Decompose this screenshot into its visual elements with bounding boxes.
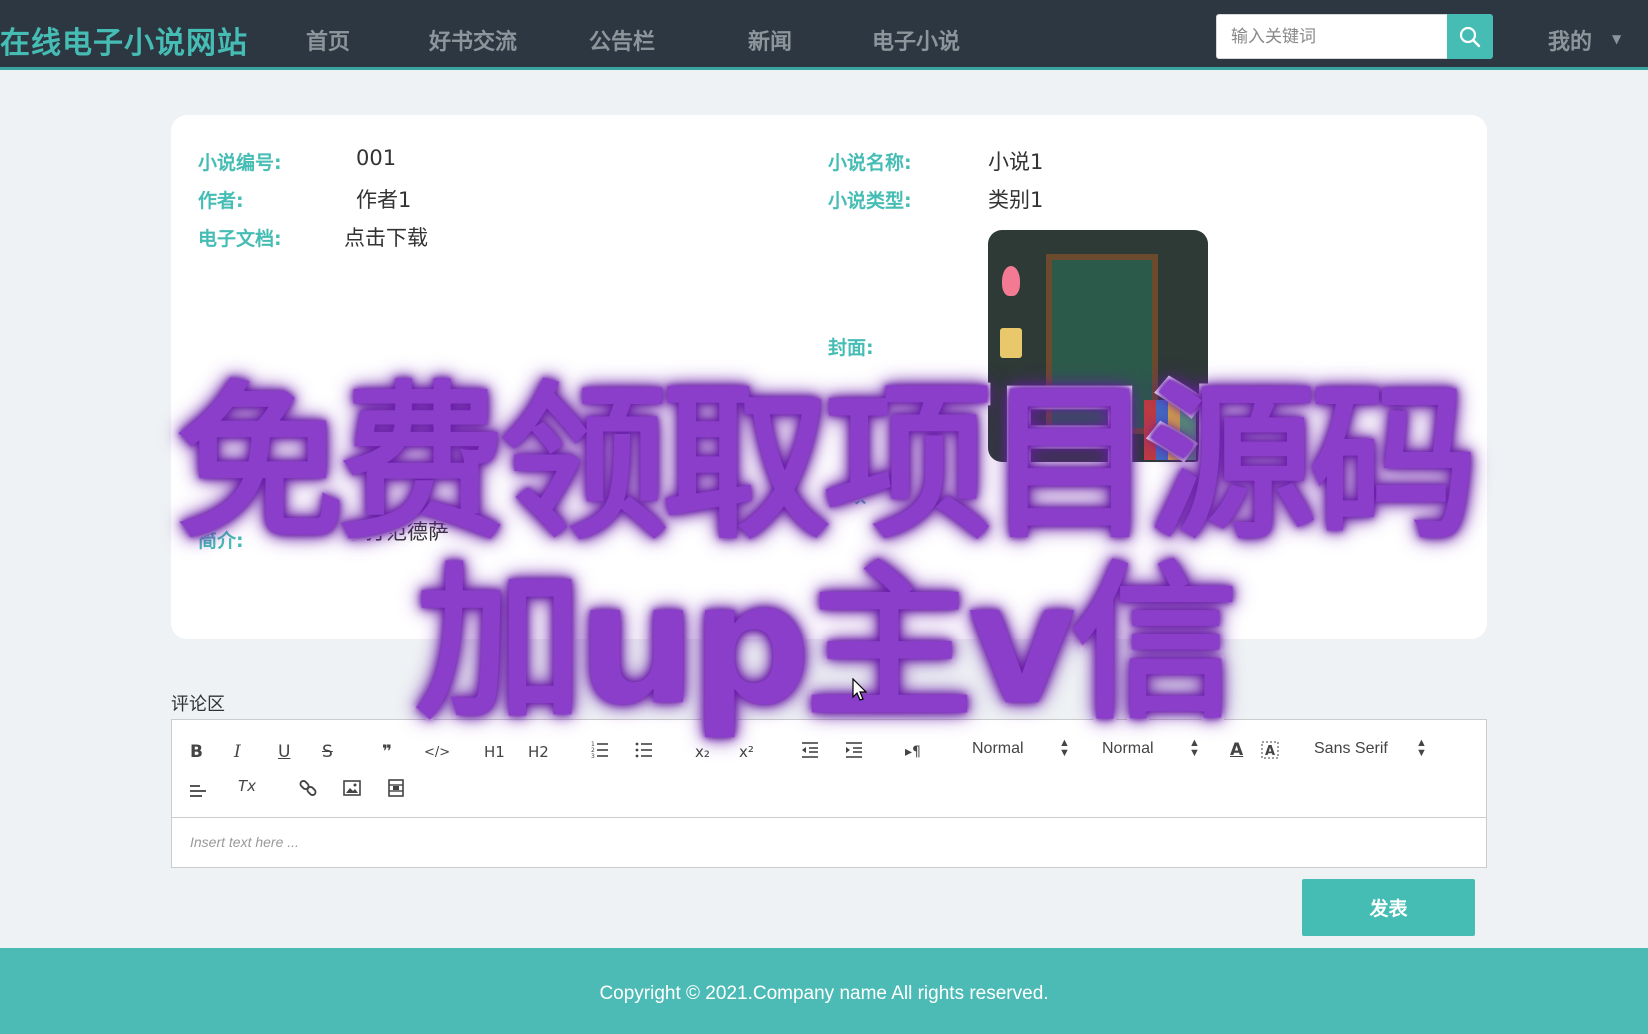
site-brand[interactable]: 在线电子小说网站 xyxy=(0,18,248,62)
novel-type-value: 类别1 xyxy=(988,188,1044,212)
image-icon xyxy=(343,780,361,796)
download-link[interactable]: 点击下载 xyxy=(344,222,428,252)
document-label: 电子文档: xyxy=(198,228,282,250)
novel-id-value: 001 xyxy=(356,146,397,170)
author-value: 作者1 xyxy=(356,188,412,212)
cover-heart xyxy=(1002,266,1020,296)
chevron-down-icon[interactable]: ▼ xyxy=(1612,32,1621,46)
my-account-menu[interactable]: 我的 xyxy=(1548,24,1592,56)
novel-name-label: 小说名称: xyxy=(828,152,912,174)
comment-text-area[interactable]: Insert text here ... xyxy=(190,834,299,850)
nav-item-bulletin[interactable]: 公告栏 xyxy=(589,24,655,56)
mouse-cursor-icon xyxy=(852,678,868,701)
clear-format-button[interactable]: Tx xyxy=(238,776,256,796)
link-button[interactable] xyxy=(298,778,318,803)
video-button[interactable] xyxy=(386,778,406,803)
image-button[interactable] xyxy=(342,778,362,803)
author-label: 作者: xyxy=(198,190,244,212)
promo-overlay-line-2: 加up主v信 xyxy=(412,543,1241,745)
search-input[interactable] xyxy=(1216,14,1448,59)
top-navbar: 在线电子小说网站 首页 好书交流 公告栏 新闻 电子小说 我的 ▼ xyxy=(0,0,1648,70)
link-icon xyxy=(299,780,317,796)
novel-id-label: 小说编号: xyxy=(198,152,282,174)
novel-type-label: 小说类型: xyxy=(828,190,912,212)
copyright-text: Copyright © 2021.Company name All rights… xyxy=(599,983,1049,1004)
nav-item-ebooks[interactable]: 电子小说 xyxy=(872,24,960,56)
align-button[interactable] xyxy=(188,780,208,805)
novel-name-value: 小说1 xyxy=(988,150,1044,174)
video-icon xyxy=(388,779,404,797)
svg-text:3: 3 xyxy=(591,753,595,760)
nav-item-book-exchange[interactable]: 好书交流 xyxy=(429,24,517,56)
search-icon xyxy=(1459,26,1481,47)
nav-item-news[interactable]: 新闻 xyxy=(748,24,792,56)
page-footer: Copyright © 2021.Company name All rights… xyxy=(0,948,1648,1034)
search-button[interactable] xyxy=(1447,14,1493,59)
nav-item-home[interactable]: 首页 xyxy=(306,24,350,56)
publish-button[interactable]: 发表 xyxy=(1302,879,1475,936)
align-left-icon xyxy=(190,785,206,797)
